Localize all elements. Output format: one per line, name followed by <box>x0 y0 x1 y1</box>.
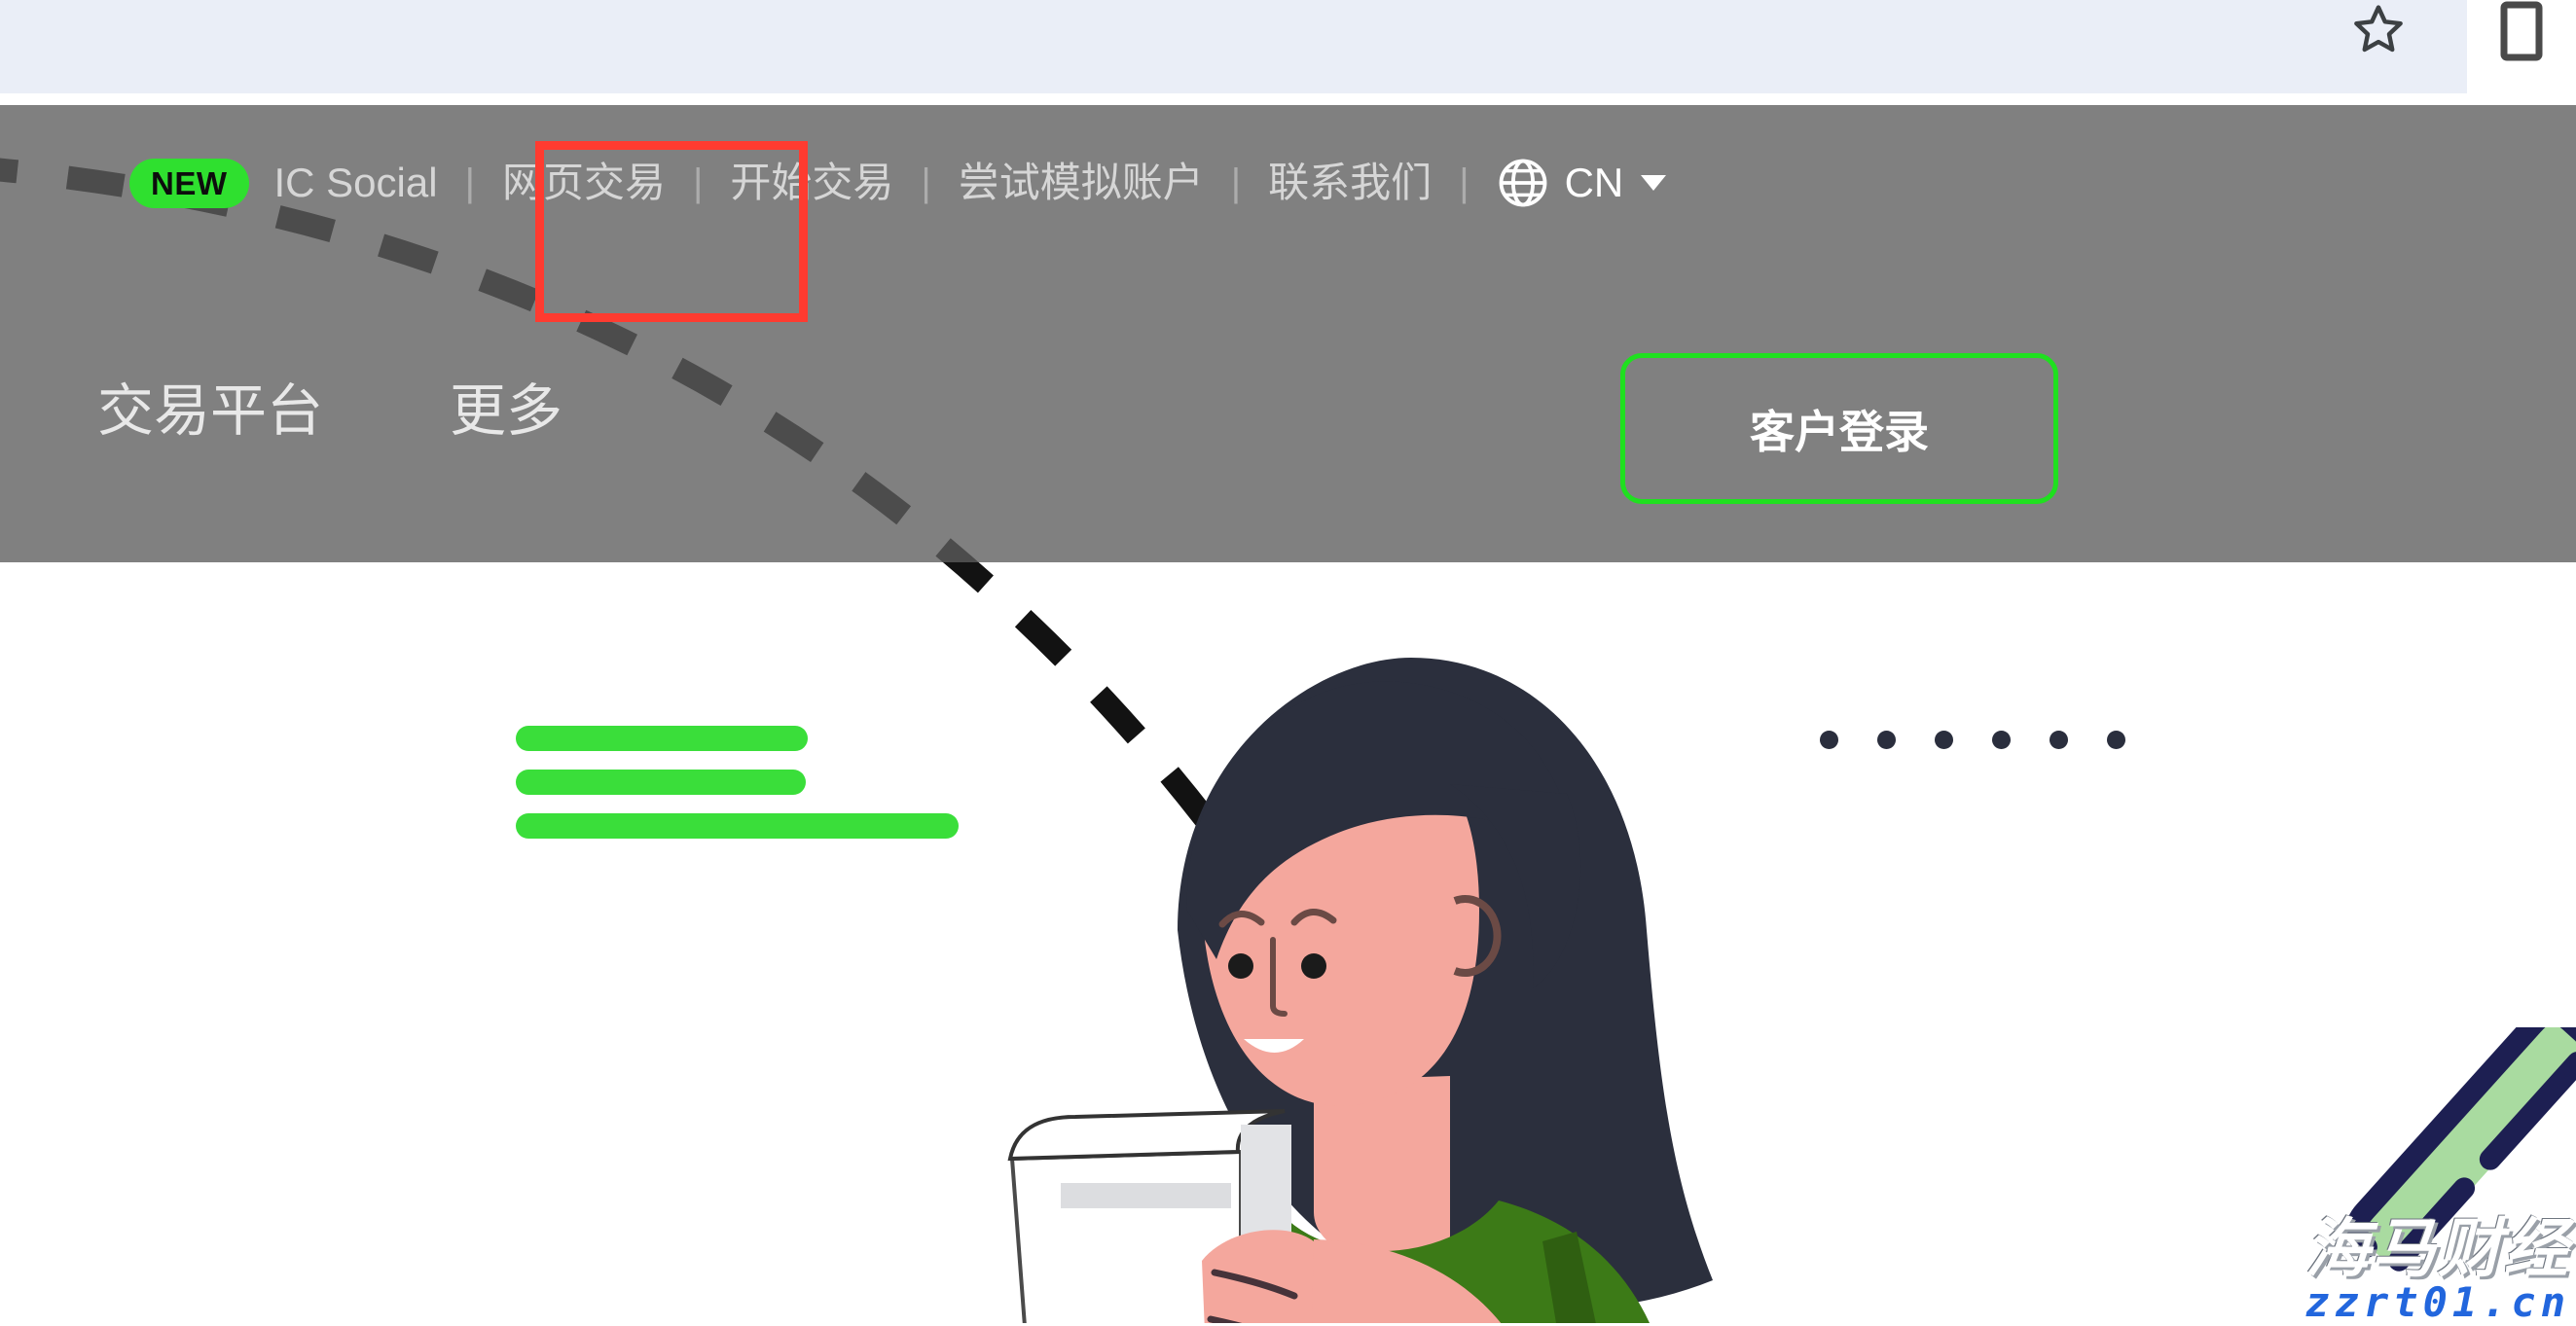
nav-link-try-demo-account[interactable]: 尝试模拟账户 <box>959 162 1204 203</box>
site-navigation-overlay: NEW IC Social | 网页交易 | 开始交易 | 尝试模拟账户 | 联… <box>0 105 2576 562</box>
deco-dot <box>2050 731 2068 749</box>
deco-dot <box>1877 731 1896 749</box>
green-bar <box>516 770 806 795</box>
nav-separator: | <box>1230 161 1242 204</box>
rectangle-outline-icon <box>2500 1 2543 61</box>
star-outline-icon <box>2354 5 2403 53</box>
extension-icon-button[interactable] <box>2483 0 2560 70</box>
deco-dot <box>1935 731 1953 749</box>
utility-nav-row: NEW IC Social | 网页交易 | 开始交易 | 尝试模拟账户 | 联… <box>0 105 2576 261</box>
omnibox-right-cap <box>2190 0 2467 93</box>
nav-separator: | <box>464 161 475 204</box>
green-bar <box>516 813 959 839</box>
deco-dot <box>1820 731 1838 749</box>
woman-reading-illustration <box>1007 658 1713 1323</box>
nav-separator: | <box>692 161 704 204</box>
dot-row-decoration <box>1820 731 2125 749</box>
nav-separator: | <box>1459 161 1469 204</box>
nav-link-start-trading[interactable]: 开始交易 <box>730 162 893 203</box>
main-nav-row: 交易平台 更多 客户登录 <box>0 261 2576 562</box>
chevron-down-icon <box>1641 175 1667 191</box>
language-code: CN <box>1564 160 1624 205</box>
nav-main-link-more[interactable]: 更多 <box>450 383 562 440</box>
deco-dot <box>1992 731 2011 749</box>
globe-icon <box>1499 159 1546 207</box>
nav-link-ic-social[interactable]: IC Social <box>274 162 438 203</box>
nav-main-link-trading-platform[interactable]: 交易平台 <box>97 383 323 440</box>
nav-separator: | <box>921 161 931 204</box>
nav-link-contact-us[interactable]: 联系我们 <box>1268 162 1432 203</box>
client-login-button[interactable]: 客户登录 <box>1620 353 2058 504</box>
green-bar <box>516 726 808 751</box>
new-badge: NEW <box>129 158 249 208</box>
nav-link-web-trading[interactable]: 网页交易 <box>502 162 666 203</box>
pen-illustration <box>2345 1027 2576 1272</box>
bookmark-star-button[interactable] <box>2332 0 2425 58</box>
language-selector[interactable]: CN <box>1497 157 1669 209</box>
deco-dot <box>2107 731 2125 749</box>
green-bars-decoration <box>516 726 959 857</box>
